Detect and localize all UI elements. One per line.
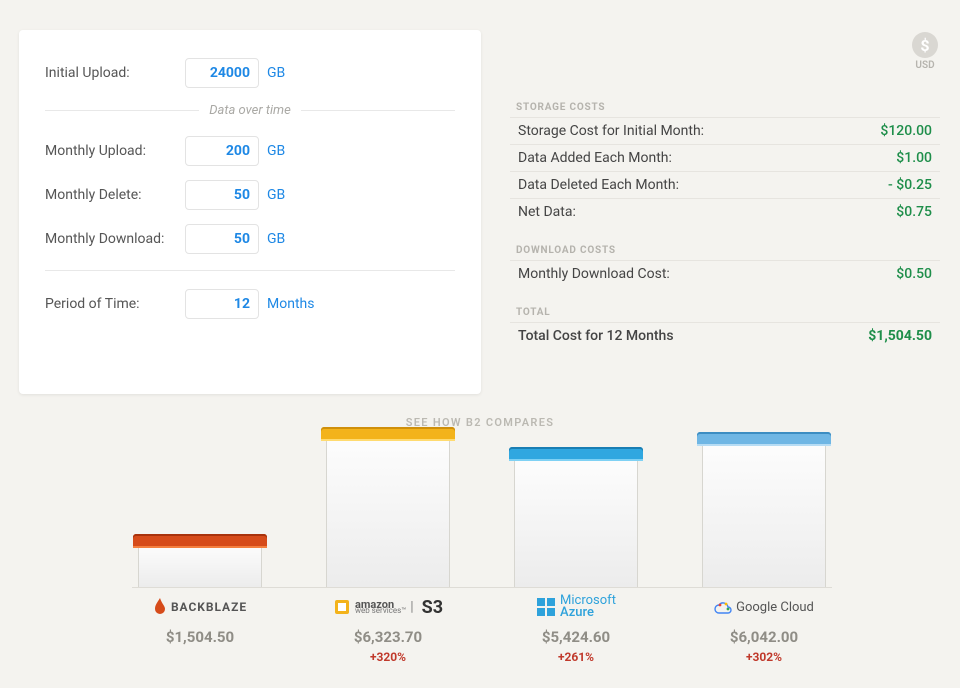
cost-row: Storage Cost for Initial Month:$120.00: [510, 117, 940, 144]
monthly-upload-label: Monthly Upload:: [45, 143, 185, 159]
bar-slot: [696, 437, 832, 587]
bar-slot: [132, 437, 268, 587]
brand-sub: web services™: [355, 606, 406, 615]
aws-icon: [333, 598, 351, 616]
brand-name: MicrosoftAzure: [560, 595, 616, 619]
bar-cap: [697, 432, 831, 446]
compare-labels: BACKBLAZE $1,504.50 amazon web services™…: [132, 592, 832, 682]
price-value: $6,323.70: [320, 628, 456, 646]
bar-backblaze: [138, 544, 262, 587]
bar-google: [702, 442, 826, 587]
flame-icon: [153, 598, 167, 616]
period-unit: Months: [267, 296, 314, 312]
cost-row: Data Deleted Each Month:- $0.25: [510, 171, 940, 198]
monthly-delete-row: Monthly Delete: GB: [45, 180, 455, 210]
bar-cap: [509, 447, 643, 461]
price-value: $5,424.60: [508, 628, 644, 646]
label-azure: MicrosoftAzure $5,424.60 +261%: [508, 592, 644, 682]
data-over-time-divider: Data over time: [45, 102, 455, 118]
windows-icon: [536, 597, 556, 617]
currency-badge[interactable]: $ USD: [912, 32, 938, 71]
bar-slot: [320, 437, 456, 587]
bar-cap: [321, 427, 455, 441]
monthly-download-input[interactable]: [185, 224, 259, 254]
monthly-download-row: Monthly Download: GB: [45, 224, 455, 254]
cloud-icon: [714, 600, 732, 614]
period-row: Period of Time: Months: [45, 289, 455, 319]
label-google: Google Cloud $6,042.00 +302%: [696, 592, 832, 682]
bar-slot: [508, 437, 644, 587]
brand-name: Google Cloud: [736, 600, 814, 615]
monthly-delete-label: Monthly Delete:: [45, 187, 185, 203]
period-label: Period of Time:: [45, 296, 185, 312]
price-value: $1,504.50: [132, 628, 268, 646]
pct-value: +302%: [696, 650, 832, 664]
monthly-delete-unit: GB: [267, 187, 285, 203]
storage-costs-title: STORAGE COSTS: [516, 102, 940, 113]
total-title: TOTAL: [516, 307, 940, 318]
bar-azure: [514, 457, 638, 587]
initial-upload-row: Initial Upload: GB: [45, 58, 455, 88]
download-costs-title: DOWNLOAD COSTS: [516, 245, 940, 256]
bar-amazon: [326, 437, 450, 587]
monthly-download-label: Monthly Download:: [45, 231, 185, 247]
dollar-icon: $: [912, 32, 938, 58]
monthly-upload-input[interactable]: [185, 136, 259, 166]
price-value: $6,042.00: [696, 628, 832, 646]
bar-cap: [133, 534, 267, 548]
total-row: Total Cost for 12 Months$1,504.50: [510, 322, 940, 349]
cost-row: Monthly Download Cost:$0.50: [510, 260, 940, 287]
cost-row: Data Added Each Month:$1.00: [510, 144, 940, 171]
label-backblaze: BACKBLAZE $1,504.50: [132, 592, 268, 682]
initial-upload-label: Initial Upload:: [45, 65, 185, 81]
thin-divider: [45, 270, 455, 271]
cost-breakdown: STORAGE COSTS Storage Cost for Initial M…: [510, 96, 940, 349]
initial-upload-input[interactable]: [185, 58, 259, 88]
brand-s3: S3: [422, 597, 443, 618]
monthly-delete-input[interactable]: [185, 180, 259, 210]
calculator-card: Initial Upload: GB Data over time Monthl…: [19, 30, 481, 394]
monthly-upload-row: Monthly Upload: GB: [45, 136, 455, 166]
pct-value: +320%: [320, 650, 456, 664]
monthly-upload-unit: GB: [267, 143, 285, 159]
brand-name: BACKBLAZE: [171, 600, 247, 614]
compare-chart: [132, 438, 832, 588]
period-input[interactable]: [185, 289, 259, 319]
pct-value: +261%: [508, 650, 644, 664]
monthly-download-unit: GB: [267, 231, 285, 247]
cost-row: Net Data:$0.75: [510, 198, 940, 225]
currency-code: USD: [912, 60, 938, 71]
compare-title: SEE HOW B2 COMPARES: [0, 416, 960, 429]
label-amazon: amazon web services™ | S3 $6,323.70 +320…: [320, 592, 456, 682]
initial-upload-unit: GB: [267, 65, 285, 81]
